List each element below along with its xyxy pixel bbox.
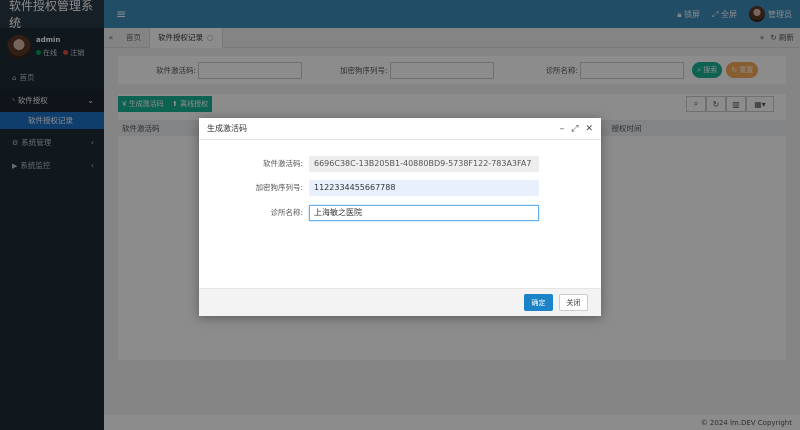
confirm-button[interactable]: 确定 [524, 294, 553, 311]
clinic-label: 诊所名称: [270, 208, 303, 217]
minimize-icon[interactable]: – [560, 124, 565, 134]
close-button[interactable]: 关闭 [559, 294, 588, 311]
code-label: 软件激活码: [262, 159, 303, 168]
dialog-footer: 确定 关闭 [199, 288, 601, 316]
serial-label: 加密狗序列号: [255, 183, 303, 192]
clinic-field[interactable]: 上海敏之医院 [309, 204, 539, 221]
maximize-icon[interactable]: ⤢ [571, 124, 578, 134]
serial-field[interactable]: 1122334455667788 [309, 179, 539, 196]
dialog-title: 生成激活码 [207, 124, 247, 133]
code-field: 6696C38C-13B205B1-40880BD9-5738F122-783A… [309, 155, 539, 172]
generate-code-dialog: 生成激活码 – ⤢ ✕ 软件激活码: 6696C38C-13B205B1-408… [199, 118, 601, 316]
close-icon[interactable]: ✕ [585, 124, 593, 134]
